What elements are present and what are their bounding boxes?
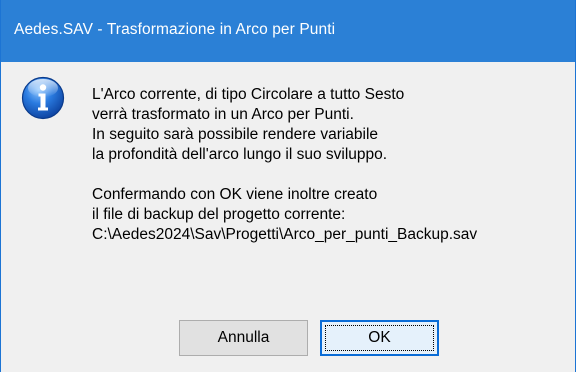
message-line: In seguito sarà possibile rendere variab… xyxy=(92,126,379,143)
ok-button[interactable]: OK xyxy=(320,320,439,356)
dialog-window: Aedes.SAV - Trasformazione in Arco per P… xyxy=(0,0,576,372)
cancel-button-label: Annulla xyxy=(217,329,270,346)
focus-rectangle: OK xyxy=(325,325,434,351)
message-line: la profondità dell'arco lungo il suo svi… xyxy=(92,146,388,163)
message-text: L'Arco corrente, di tipo Circolare a tut… xyxy=(92,85,477,245)
message-line: verrà trasformato in un Arco per Punti. xyxy=(92,106,354,123)
window-title: Aedes.SAV - Trasformazione in Arco per P… xyxy=(14,21,336,38)
message-line: Confermando con OK viene inoltre creato xyxy=(92,186,378,203)
ok-button-label: OK xyxy=(368,329,391,346)
message-line: il file di backup del progetto corrente: xyxy=(92,206,346,223)
title-bar[interactable]: Aedes.SAV - Trasformazione in Arco per P… xyxy=(1,0,575,62)
message-line xyxy=(92,165,477,185)
message-line: C:\Aedes2024\Sav\Progetti\Arco_per_punti… xyxy=(92,226,478,243)
message-line: L'Arco corrente, di tipo Circolare a tut… xyxy=(92,86,405,103)
cancel-button[interactable]: Annulla xyxy=(179,320,308,356)
info-icon xyxy=(21,76,65,120)
